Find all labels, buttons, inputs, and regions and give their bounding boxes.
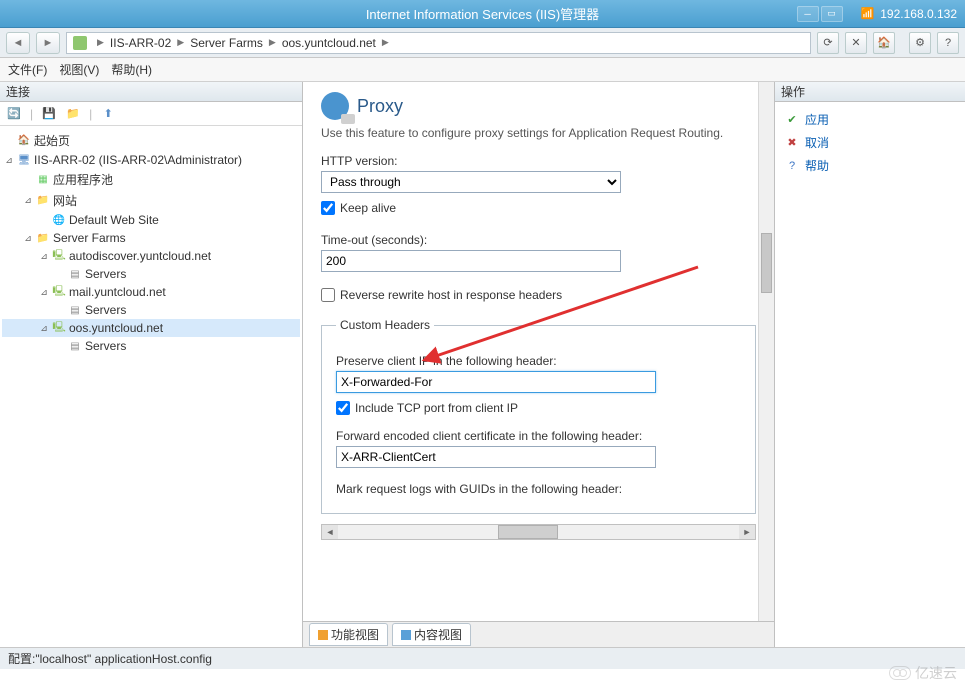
status-bar: 配置:"localhost" applicationHost.config xyxy=(0,647,965,669)
tree-farm-oos-servers[interactable]: ▤Servers xyxy=(2,337,300,355)
keep-alive-checkbox[interactable]: Keep alive xyxy=(321,201,756,215)
tree-server-farms[interactable]: ⊿📁Server Farms xyxy=(2,229,300,247)
config-status: 配置:"localhost" applicationHost.config xyxy=(8,652,212,666)
minimize-button[interactable]: ─ xyxy=(797,6,819,22)
folder-connections-icon[interactable]: 📁 xyxy=(65,106,81,122)
tree-farm-oos[interactable]: ⊿🖳oos.yuntcloud.net xyxy=(2,319,300,337)
settings-tool-button[interactable]: ⚙ xyxy=(909,32,931,54)
watermark-icon xyxy=(889,666,911,680)
maximize-button[interactable]: ▭ xyxy=(821,6,843,22)
breadcrumb-item[interactable]: IIS-ARR-02 xyxy=(110,36,171,50)
menu-view[interactable]: 视图(V) xyxy=(59,61,99,78)
actions-header: 操作 xyxy=(775,82,965,102)
content-tab-icon xyxy=(401,630,411,640)
window-titlebar: Internet Information Services (IIS)管理器 ─… xyxy=(0,0,965,28)
breadcrumb-item[interactable]: Server Farms xyxy=(190,36,263,50)
center-tabstrip: 功能视图 内容视图 xyxy=(303,621,774,647)
horizontal-scrollbar[interactable]: ◄► xyxy=(321,524,756,540)
keep-alive-input[interactable] xyxy=(321,201,335,215)
tab-features-view[interactable]: 功能视图 xyxy=(309,623,388,646)
tree-home[interactable]: 🏠起始页 xyxy=(2,130,300,151)
action-cancel[interactable]: ✖取消 xyxy=(783,131,957,154)
address-bar: ◄ ► ▶ IIS-ARR-02 ▶ Server Farms ▶ oos.yu… xyxy=(0,28,965,58)
mark-logs-label: Mark request logs with GUIDs in the foll… xyxy=(336,482,741,496)
help-icon: ? xyxy=(785,159,799,173)
include-tcp-checkbox[interactable]: Include TCP port from client IP xyxy=(336,401,741,415)
breadcrumb-root-icon xyxy=(73,36,87,50)
apply-icon: ✔ xyxy=(785,113,799,127)
fwd-cert-label: Forward encoded client certificate in th… xyxy=(336,429,741,443)
tree-farm-autodiscover[interactable]: ⊿🖳autodiscover.yuntcloud.net xyxy=(2,247,300,265)
fwd-cert-input[interactable] xyxy=(336,446,656,468)
timeout-label: Time-out (seconds): xyxy=(321,233,756,247)
cancel-icon: ✖ xyxy=(785,136,799,150)
watermark: 亿速云 xyxy=(889,663,957,683)
include-tcp-input[interactable] xyxy=(336,401,350,415)
proxy-feature-icon xyxy=(321,92,349,120)
up-level-icon[interactable]: ⬆ xyxy=(100,106,116,122)
action-help[interactable]: ?帮助 xyxy=(783,154,957,177)
refresh-connections-icon[interactable]: 🔄 xyxy=(6,106,22,122)
connections-tree: 🏠起始页 ⊿🖥IIS-ARR-02 (IIS-ARR-02\Administra… xyxy=(0,126,302,647)
page-intro: Use this feature to configure proxy sett… xyxy=(321,126,756,140)
reverse-rewrite-checkbox[interactable]: Reverse rewrite host in response headers xyxy=(321,288,756,302)
help-tool-button[interactable]: ? xyxy=(937,32,959,54)
ip-address-label: 192.168.0.132 xyxy=(880,7,957,21)
tree-sites[interactable]: ⊿📁网站 xyxy=(2,190,300,211)
http-version-select[interactable]: Pass through xyxy=(321,171,621,193)
http-version-label: HTTP version: xyxy=(321,154,756,168)
breadcrumb[interactable]: ▶ IIS-ARR-02 ▶ Server Farms ▶ oos.yuntcl… xyxy=(66,32,811,54)
menu-bar: 文件(F) 视图(V) 帮助(H) xyxy=(0,58,965,82)
stop-button[interactable]: ✕ xyxy=(845,32,867,54)
network-signal-icon: 📶 xyxy=(861,7,875,20)
nav-forward-button[interactable]: ► xyxy=(36,32,60,54)
action-apply[interactable]: ✔应用 xyxy=(783,108,957,131)
timeout-input[interactable] xyxy=(321,250,621,272)
home-addr-button[interactable]: 🏠 xyxy=(873,32,895,54)
tree-farm-mail[interactable]: ⊿🖳mail.yuntcloud.net xyxy=(2,283,300,301)
refresh-breadcrumb-button[interactable]: ⟳ xyxy=(817,32,839,54)
vertical-scrollbar[interactable] xyxy=(758,82,774,621)
tree-server[interactable]: ⊿🖥IIS-ARR-02 (IIS-ARR-02\Administrator) xyxy=(2,151,300,169)
connections-header: 连接 xyxy=(0,82,302,102)
custom-headers-legend: Custom Headers xyxy=(336,318,434,332)
preserve-ip-label: Preserve client IP in the following head… xyxy=(336,354,741,368)
tree-apppool[interactable]: ▦应用程序池 xyxy=(2,169,300,190)
menu-help[interactable]: 帮助(H) xyxy=(111,61,152,78)
breadcrumb-item[interactable]: oos.yuntcloud.net xyxy=(282,36,376,50)
reverse-rewrite-input[interactable] xyxy=(321,288,335,302)
feature-panel: Proxy Use this feature to configure prox… xyxy=(303,82,775,647)
nav-back-button[interactable]: ◄ xyxy=(6,32,30,54)
page-title: Proxy xyxy=(357,96,403,117)
tab-content-view[interactable]: 内容视图 xyxy=(392,623,471,646)
preserve-ip-input[interactable] xyxy=(336,371,656,393)
connections-panel: 连接 🔄 | 💾 📁 | ⬆ 🏠起始页 ⊿🖥IIS-ARR-02 (IIS-AR… xyxy=(0,82,303,647)
tree-default-site[interactable]: 🌐Default Web Site xyxy=(2,211,300,229)
custom-headers-fieldset: Custom Headers Preserve client IP in the… xyxy=(321,318,756,514)
menu-file[interactable]: 文件(F) xyxy=(8,61,47,78)
connections-toolbar: 🔄 | 💾 📁 | ⬆ xyxy=(0,102,302,126)
actions-panel: 操作 ✔应用 ✖取消 ?帮助 xyxy=(775,82,965,647)
tree-farm-autodiscover-servers[interactable]: ▤Servers xyxy=(2,265,300,283)
feature-scroll: Proxy Use this feature to configure prox… xyxy=(303,82,774,621)
save-connections-icon[interactable]: 💾 xyxy=(41,106,57,122)
features-tab-icon xyxy=(318,630,328,640)
tree-farm-mail-servers[interactable]: ▤Servers xyxy=(2,301,300,319)
